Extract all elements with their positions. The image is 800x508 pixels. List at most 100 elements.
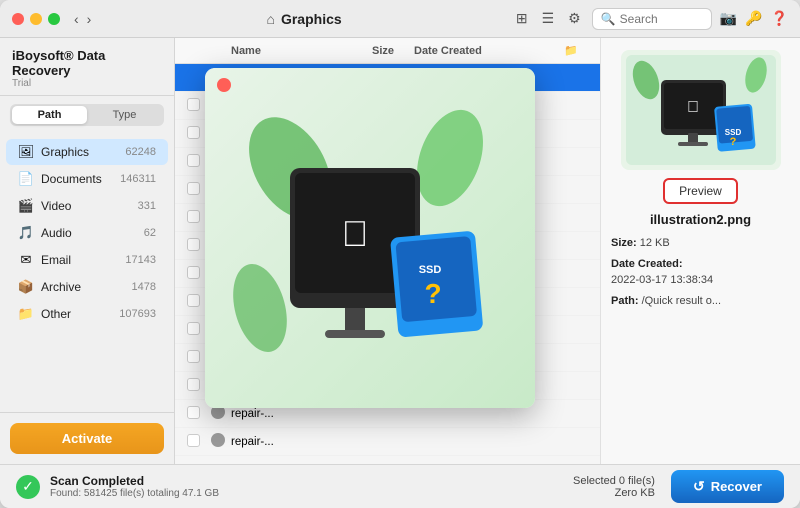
row-filename-12: repair-... bbox=[231, 408, 334, 420]
camera-icon-button[interactable]: 📷 bbox=[720, 10, 737, 27]
list-view-button[interactable]: ☰ bbox=[539, 7, 558, 30]
email-icon: ✉ bbox=[18, 252, 34, 268]
svg-text:?: ? bbox=[729, 136, 736, 148]
preview-path-row: Path: /Quick result o... bbox=[611, 293, 790, 310]
sidebar-item-documents[interactable]: 📄 Documents 146311 bbox=[6, 166, 168, 192]
sidebar-items: 🖼 Graphics 62248 📄 Documents 146311 🎬 Vi… bbox=[0, 134, 174, 412]
sidebar-item-email-count: 17143 bbox=[125, 254, 156, 266]
tab-path[interactable]: Path bbox=[12, 106, 87, 124]
preview-filename: illustration2.png bbox=[650, 212, 751, 227]
maximize-button[interactable] bbox=[48, 13, 60, 25]
header-action: 📁 bbox=[564, 44, 588, 57]
sidebar-item-documents-count: 146311 bbox=[120, 173, 156, 185]
file-list-header: Name Size Date Created 📁 bbox=[175, 38, 600, 64]
preview-date-row: Date Created: 2022-03-17 13:38:34 bbox=[611, 256, 790, 289]
scan-text: Scan Completed Found: 581425 file(s) tot… bbox=[50, 474, 219, 499]
app-name: iBoysoft® Data Recovery bbox=[12, 48, 162, 78]
svg-text::  bbox=[687, 99, 699, 116]
archive-icon: 📦 bbox=[18, 279, 34, 295]
main-content: iBoysoft® Data Recovery Trial Path Type … bbox=[0, 38, 800, 464]
scan-complete-title: Scan Completed bbox=[50, 474, 219, 488]
preview-panel:  SSD ? Preview illustration2.png Size: … bbox=[600, 38, 800, 464]
scan-sub-text: Found: 581425 file(s) totaling 47.1 GB bbox=[50, 488, 219, 499]
preview-path-label: Path: bbox=[611, 295, 639, 307]
home-button[interactable]: ⌂ bbox=[267, 11, 275, 27]
recover-icon: ↺ bbox=[693, 478, 705, 495]
preview-date-value: 2022-03-17 13:38:34 bbox=[611, 274, 713, 286]
row-checkbox-13[interactable] bbox=[187, 434, 211, 450]
preview-size-label: Size: bbox=[611, 237, 637, 249]
tab-type[interactable]: Type bbox=[87, 106, 162, 124]
breadcrumb-title: Graphics bbox=[281, 11, 342, 27]
preview-button[interactable]: Preview bbox=[663, 178, 738, 204]
header-date: Date Created bbox=[414, 45, 564, 57]
graphics-icon: 🖼 bbox=[18, 144, 34, 160]
sidebar-item-audio-label: Audio bbox=[41, 226, 144, 240]
sidebar-item-graphics[interactable]: 🖼 Graphics 62248 bbox=[6, 139, 168, 165]
table-row[interactable]: repair-... bbox=[175, 428, 600, 456]
scan-complete-icon: ✓ bbox=[16, 475, 40, 499]
header-size: Size bbox=[334, 45, 414, 57]
filter-button[interactable]: ⚙ bbox=[565, 7, 584, 30]
sidebar-header: iBoysoft® Data Recovery Trial bbox=[0, 38, 174, 96]
titlebar-right: ⊞ ☰ ⚙ 🔍 📷 🔑 ❓ bbox=[513, 7, 788, 30]
video-icon: 🎬 bbox=[18, 198, 34, 214]
close-button[interactable] bbox=[12, 13, 24, 25]
preview-size-row: Size: 12 KB bbox=[611, 235, 790, 252]
titlebar: ‹ › ⌂ Graphics ⊞ ☰ ⚙ 🔍 📷 🔑 ❓ bbox=[0, 0, 800, 38]
app-trial: Trial bbox=[12, 78, 162, 89]
mac-ssd-illustration:  ? SSD bbox=[230, 108, 510, 368]
svg-text::  bbox=[342, 213, 369, 254]
search-icon: 🔍 bbox=[601, 12, 616, 26]
selected-files-size: Zero KB bbox=[573, 487, 655, 499]
tab-switcher: Path Type bbox=[10, 104, 164, 126]
sidebar-item-graphics-count: 62248 bbox=[125, 146, 156, 158]
preview-popup-close-button[interactable] bbox=[217, 78, 231, 92]
sidebar-item-email[interactable]: ✉ Email 17143 bbox=[6, 247, 168, 273]
sidebar-bottom: Activate bbox=[0, 412, 174, 464]
key-icon-button[interactable]: 🔑 bbox=[745, 10, 762, 27]
sidebar-item-archive[interactable]: 📦 Archive 1478 bbox=[6, 274, 168, 300]
sidebar-item-audio[interactable]: 🎵 Audio 62 bbox=[6, 220, 168, 246]
sidebar: iBoysoft® Data Recovery Trial Path Type … bbox=[0, 38, 175, 464]
selected-files-count: Selected 0 file(s) bbox=[573, 475, 655, 487]
preview-thumbnail:  SSD ? bbox=[621, 50, 781, 170]
preview-popup-image:  ? SSD bbox=[205, 68, 535, 408]
status-bar: ✓ Scan Completed Found: 581425 file(s) t… bbox=[0, 464, 800, 508]
recover-button[interactable]: ↺ Recover bbox=[671, 470, 784, 503]
svg-text:?: ? bbox=[424, 278, 441, 309]
sidebar-item-video-count: 331 bbox=[138, 200, 156, 212]
sidebar-item-graphics-label: Graphics bbox=[41, 145, 125, 159]
forward-button[interactable]: › bbox=[83, 9, 96, 29]
file-area: Name Size Date Created 📁 illustration2.p… bbox=[175, 38, 600, 464]
row-filename-13: repair-... bbox=[231, 436, 334, 448]
sidebar-item-other-label: Other bbox=[41, 307, 119, 321]
sidebar-item-archive-label: Archive bbox=[41, 280, 132, 294]
svg-text:SSD: SSD bbox=[419, 264, 442, 276]
sidebar-item-email-label: Email bbox=[41, 253, 125, 267]
sidebar-item-other[interactable]: 📁 Other 107693 bbox=[6, 301, 168, 327]
help-icon-button[interactable]: ❓ bbox=[771, 10, 788, 27]
preview-size-val: 12 KB bbox=[640, 237, 670, 249]
search-box: 🔍 bbox=[592, 8, 712, 30]
audio-icon: 🎵 bbox=[18, 225, 34, 241]
header-name: Name bbox=[231, 45, 334, 57]
app-window: ‹ › ⌂ Graphics ⊞ ☰ ⚙ 🔍 📷 🔑 ❓ iBoysoft® D… bbox=[0, 0, 800, 508]
activate-button[interactable]: Activate bbox=[10, 423, 164, 454]
grid-view-button[interactable]: ⊞ bbox=[513, 7, 531, 30]
sidebar-item-audio-count: 62 bbox=[144, 227, 156, 239]
recover-label: Recover bbox=[711, 479, 762, 494]
preview-thumbnail-svg:  SSD ? bbox=[626, 55, 776, 165]
back-button[interactable]: ‹ bbox=[70, 9, 83, 29]
search-input[interactable] bbox=[620, 12, 710, 26]
row-checkbox-12[interactable] bbox=[187, 406, 211, 422]
checkbox-0[interactable] bbox=[187, 70, 200, 83]
traffic-lights bbox=[12, 13, 60, 25]
minimize-button[interactable] bbox=[30, 13, 42, 25]
sidebar-item-other-count: 107693 bbox=[119, 308, 156, 320]
sidebar-item-archive-count: 1478 bbox=[132, 281, 156, 293]
sidebar-item-video[interactable]: 🎬 Video 331 bbox=[6, 193, 168, 219]
sidebar-item-documents-label: Documents bbox=[41, 172, 120, 186]
preview-popup:  ? SSD bbox=[205, 68, 535, 408]
sidebar-item-video-label: Video bbox=[41, 199, 138, 213]
